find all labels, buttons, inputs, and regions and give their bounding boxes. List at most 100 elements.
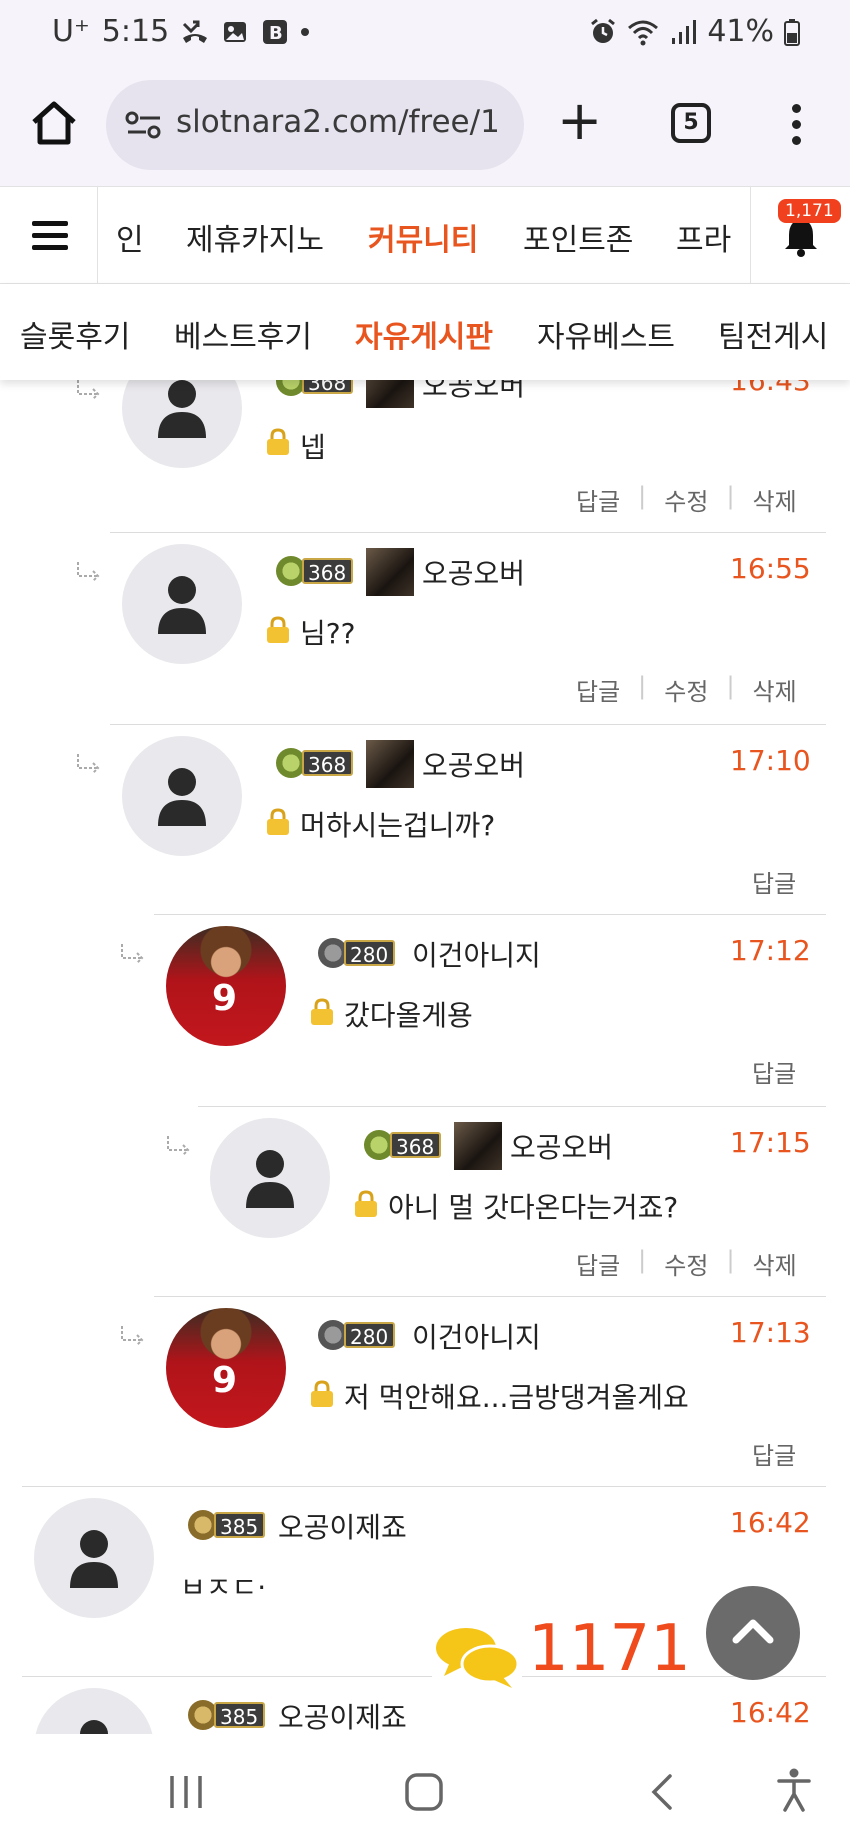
- tab-best-reviews[interactable]: 베스트후기: [174, 312, 312, 356]
- wifi-icon: [628, 20, 659, 45]
- user-photo-avatar[interactable]: 9: [166, 926, 286, 1046]
- reply-button[interactable]: 답글: [752, 864, 796, 899]
- reply-button[interactable]: 답글: [576, 1246, 620, 1281]
- comment-text: 넵: [300, 431, 326, 464]
- comment-actions: 답글 | 수정 | 삭제: [576, 482, 797, 517]
- carrier-label: U⁺: [52, 14, 90, 49]
- level-badge: 280: [318, 1320, 396, 1350]
- edit-button[interactable]: 수정: [664, 672, 708, 707]
- site-settings-icon[interactable]: [124, 108, 164, 142]
- back-icon[interactable]: [648, 1772, 676, 1812]
- comment-author[interactable]: 오공오버: [422, 744, 525, 784]
- level-badge: 368: [276, 556, 354, 586]
- comment-author[interactable]: 오공오버: [422, 380, 525, 404]
- home-icon[interactable]: [28, 98, 80, 150]
- reply-arrow-icon: [77, 380, 100, 400]
- tab-switcher-button[interactable]: 5: [671, 103, 711, 143]
- level-number: 385: [214, 1512, 266, 1539]
- bell-icon[interactable]: [783, 217, 819, 257]
- comment-actions: 답글: [752, 1054, 796, 1089]
- lock-icon: [355, 1190, 377, 1217]
- nav-item-partial-left[interactable]: 인: [116, 215, 144, 259]
- lock-icon: [267, 616, 289, 643]
- default-avatar-icon: [70, 1530, 118, 1588]
- board-sub-nav: 슬롯후기 베스트후기 자유게시판 자유베스트 팀전게시: [0, 284, 850, 380]
- avatar[interactable]: [34, 1498, 154, 1618]
- tab-free-best[interactable]: 자유베스트: [537, 312, 675, 356]
- site-nav-items: 인 제휴카지노 커뮤니티 포인트존 프라: [98, 187, 750, 283]
- tab-slot-reviews[interactable]: 슬롯후기: [20, 312, 130, 356]
- battery-percent: 41%: [707, 14, 774, 49]
- level-number: 280: [344, 940, 396, 967]
- user-photo-avatar[interactable]: 9: [166, 1308, 286, 1428]
- comment-author[interactable]: 이건아니지: [412, 1316, 541, 1356]
- nav-item-community[interactable]: 커뮤니티: [368, 215, 478, 259]
- reply-button[interactable]: 답글: [576, 482, 620, 517]
- level-number: 280: [344, 1322, 396, 1349]
- lock-icon: [267, 428, 289, 455]
- url-text[interactable]: slotnara2.com/free/1: [176, 104, 500, 140]
- delete-button[interactable]: 삭제: [753, 672, 797, 707]
- jersey-number-graphic: 9: [212, 978, 238, 1019]
- accessibility-icon[interactable]: [776, 1768, 812, 1812]
- missed-call-icon: [183, 20, 208, 43]
- comment-item: 9 280 이건아니지 17:12 갔다올게용 답글: [0, 914, 850, 1106]
- delete-button[interactable]: 삭제: [753, 482, 797, 517]
- level-number: 385: [214, 1702, 266, 1729]
- address-bar[interactable]: slotnara2.com/free/1: [106, 80, 524, 170]
- new-tab-button[interactable]: +: [557, 94, 602, 148]
- comment-time: 17:10: [730, 744, 811, 777]
- more-notifications-dot: [301, 27, 310, 36]
- nav-item-partner-casino[interactable]: 제휴카지노: [186, 215, 324, 259]
- edit-button[interactable]: 수정: [664, 1246, 708, 1281]
- notification-badge: 1,171: [778, 199, 841, 223]
- edit-button[interactable]: 수정: [664, 482, 708, 517]
- comment-text: 아니 멀 갓다온다는거죠?: [388, 1191, 679, 1224]
- tab-team-board[interactable]: 팀전게시: [718, 312, 828, 356]
- recent-apps-icon[interactable]: [166, 1774, 206, 1810]
- nav-item-point-zone[interactable]: 포인트존: [523, 215, 633, 259]
- avatar[interactable]: [34, 1688, 154, 1734]
- default-avatar-icon: [246, 1150, 294, 1208]
- reply-arrow-icon: [77, 754, 100, 774]
- comment-author[interactable]: 오공이제죠: [278, 1506, 407, 1546]
- more-menu-icon[interactable]: [790, 104, 802, 148]
- comment-author[interactable]: 이건아니지: [412, 934, 541, 974]
- level-badge: 280: [318, 938, 396, 968]
- comment-time: 16:42: [730, 1696, 811, 1729]
- default-avatar-icon: [158, 576, 206, 634]
- default-avatar-icon: [158, 380, 206, 438]
- level-number: 368: [302, 380, 354, 395]
- notification-button[interactable]: 1,171: [750, 187, 850, 283]
- signal-icon: [672, 19, 697, 44]
- delete-button[interactable]: 삭제: [753, 1246, 797, 1281]
- comments-icon[interactable]: [432, 1618, 522, 1694]
- reply-button[interactable]: 답글: [752, 1436, 796, 1471]
- comment-item: 368 오공오버 17:15 아니 멀 갓다온다는거죠? 답글 | 수정 | 삭제: [0, 1106, 850, 1296]
- comment-author[interactable]: 오공이제죠: [278, 1696, 407, 1734]
- reply-button[interactable]: 답글: [752, 1054, 796, 1089]
- reply-button[interactable]: 답글: [576, 672, 620, 707]
- avatar[interactable]: [122, 380, 242, 468]
- comment-time: 17:15: [730, 1126, 811, 1159]
- hamburger-menu-icon[interactable]: [0, 187, 98, 283]
- scroll-to-top-button[interactable]: [706, 1586, 800, 1680]
- home-nav-icon[interactable]: [404, 1772, 444, 1812]
- tab-free-board[interactable]: 자유게시판: [355, 312, 493, 356]
- comment-time: 17:13: [730, 1316, 811, 1349]
- comment-item: 9 280 이건아니지 17:13 저 먹안해요...금방댕겨올게요 답글: [0, 1296, 850, 1486]
- comment-time: 16:42: [730, 1506, 811, 1539]
- comment-count[interactable]: 1171: [528, 1612, 691, 1686]
- level-badge: 368: [276, 380, 354, 396]
- lock-icon: [267, 808, 289, 835]
- comment-author[interactable]: 오공오버: [422, 552, 525, 592]
- avatar[interactable]: [122, 544, 242, 664]
- comment-item: 368 오공오버 16:43 넵 답글 | 수정 | 삭제: [0, 380, 850, 516]
- comment-author[interactable]: 오공오버: [510, 1126, 613, 1166]
- avatar[interactable]: [122, 736, 242, 856]
- nav-item-partial-right[interactable]: 프라: [676, 215, 731, 259]
- level-badge: 368: [276, 748, 354, 778]
- reply-arrow-icon: [77, 562, 100, 582]
- user-profile-image: [366, 740, 414, 788]
- avatar[interactable]: [210, 1118, 330, 1238]
